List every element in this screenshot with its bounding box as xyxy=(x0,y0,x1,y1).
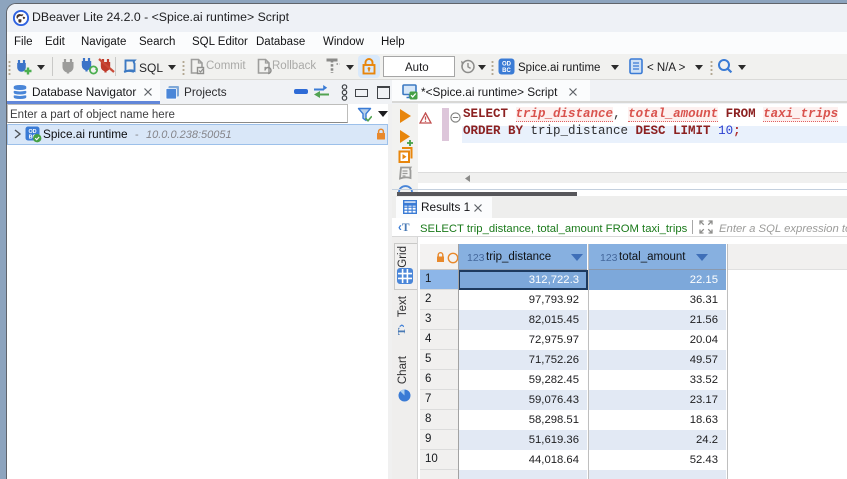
svg-text:BC: BC xyxy=(502,68,511,74)
svg-text:OD: OD xyxy=(502,62,512,68)
